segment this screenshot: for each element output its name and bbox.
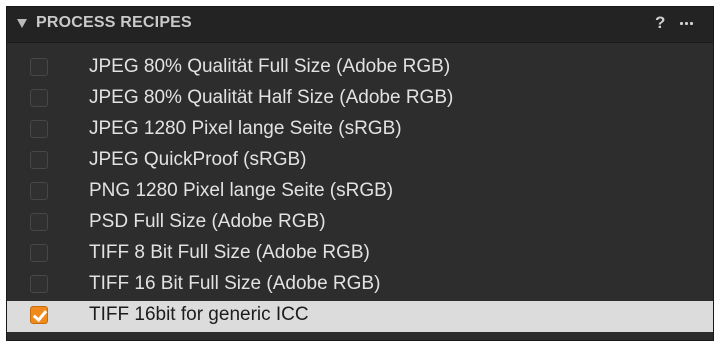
recipe-checkbox[interactable] (30, 244, 48, 262)
panel-header[interactable]: PROCESS RECIPES ? (7, 7, 713, 43)
recipe-label: TIFF 16 Bit Full Size (Adobe RGB) (89, 273, 381, 294)
recipe-checkbox[interactable] (30, 120, 48, 138)
recipe-checkbox-checked[interactable] (30, 306, 48, 324)
recipe-row[interactable]: JPEG 80% Qualität Full Size (Adobe RGB) (7, 53, 713, 84)
recipe-checkbox[interactable] (30, 89, 48, 107)
recipe-row[interactable]: PNG 1280 Pixel lange Seite (sRGB) (7, 177, 713, 208)
recipe-list: JPEG 80% Qualität Full Size (Adobe RGB) … (7, 53, 713, 332)
recipe-label: JPEG 1280 Pixel lange Seite (sRGB) (89, 118, 402, 139)
recipe-row-selected[interactable]: TIFF 16bit for generic ICC (7, 301, 713, 332)
recipe-checkbox[interactable] (30, 275, 48, 293)
recipe-checkbox[interactable] (30, 58, 48, 76)
panel-title: PROCESS RECIPES (36, 14, 192, 31)
recipe-label: TIFF 8 Bit Full Size (Adobe RGB) (89, 242, 370, 263)
ellipsis-icon[interactable] (680, 22, 700, 25)
recipe-checkbox[interactable] (30, 182, 48, 200)
recipe-row[interactable]: JPEG 80% Qualität Half Size (Adobe RGB) (7, 84, 713, 115)
recipe-row[interactable]: JPEG QuickProof (sRGB) (7, 146, 713, 177)
process-recipes-panel: PROCESS RECIPES ? JPEG 80% Qualität Full… (6, 6, 714, 341)
recipe-label: PSD Full Size (Adobe RGB) (89, 211, 326, 232)
triangle-down-icon[interactable] (17, 19, 27, 28)
recipe-label: PNG 1280 Pixel lange Seite (sRGB) (89, 180, 394, 201)
recipe-row[interactable]: PSD Full Size (Adobe RGB) (7, 208, 713, 239)
recipe-label: TIFF 16bit for generic ICC (89, 304, 309, 325)
recipe-row[interactable]: TIFF 8 Bit Full Size (Adobe RGB) (7, 239, 713, 270)
recipe-label: JPEG 80% Qualität Half Size (Adobe RGB) (89, 87, 454, 108)
recipe-row[interactable]: TIFF 16 Bit Full Size (Adobe RGB) (7, 270, 713, 301)
recipe-checkbox[interactable] (30, 151, 48, 169)
recipe-checkbox[interactable] (30, 213, 48, 231)
recipe-label: JPEG 80% Qualität Full Size (Adobe RGB) (89, 56, 451, 77)
help-button[interactable]: ? (655, 13, 665, 33)
recipe-row[interactable]: JPEG 1280 Pixel lange Seite (sRGB) (7, 115, 713, 146)
recipe-label: JPEG QuickProof (sRGB) (89, 149, 307, 170)
